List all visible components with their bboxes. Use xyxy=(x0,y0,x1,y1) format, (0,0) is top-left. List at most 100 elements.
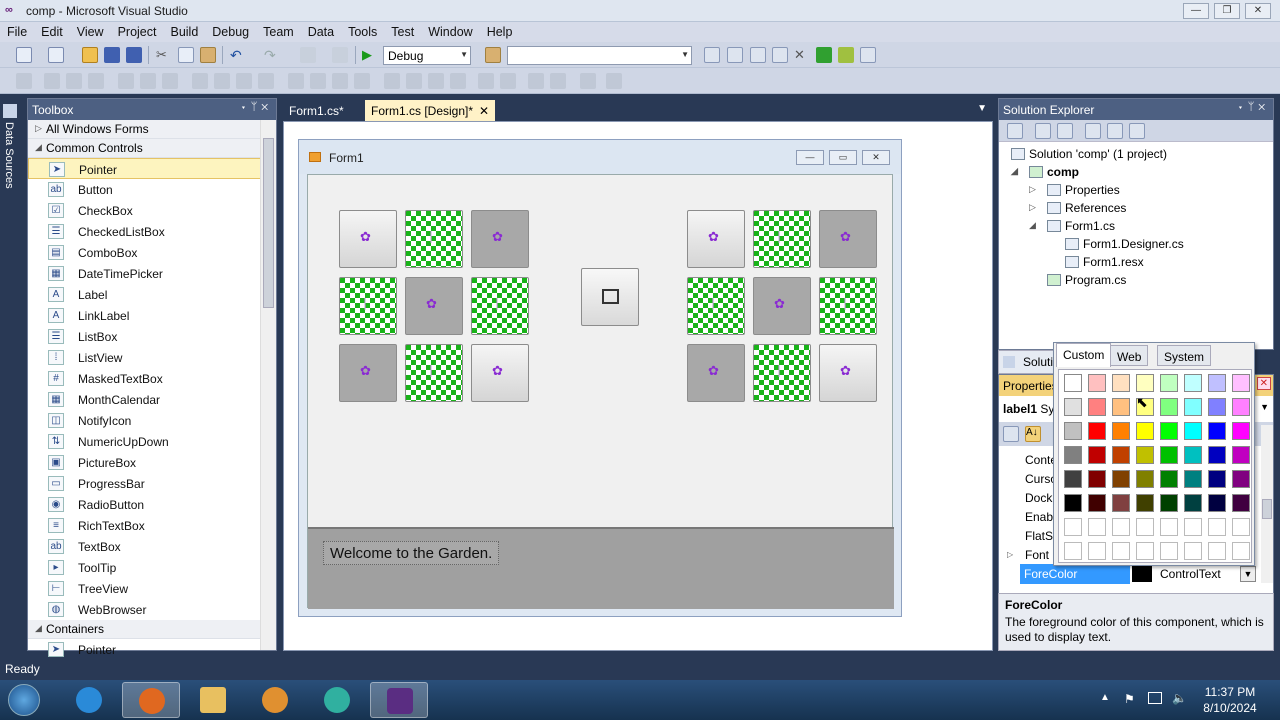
remove-vertical-spacing-icon[interactable] xyxy=(450,73,466,89)
color-swatch[interactable] xyxy=(1064,398,1082,416)
taskbar-firefox[interactable] xyxy=(122,682,180,718)
remove-horizontal-spacing-icon[interactable] xyxy=(354,73,370,89)
color-swatch[interactable] xyxy=(1232,542,1250,560)
color-swatch[interactable] xyxy=(1232,494,1250,512)
center-vertically-icon[interactable] xyxy=(500,73,516,89)
references-node[interactable]: ▷ References xyxy=(1029,201,1126,215)
increase-vertical-spacing-icon[interactable] xyxy=(406,73,422,89)
color-swatch[interactable] xyxy=(1160,398,1178,416)
color-swatch[interactable] xyxy=(1232,374,1250,392)
color-swatch[interactable] xyxy=(1064,542,1082,560)
color-swatch[interactable] xyxy=(1136,494,1154,512)
color-dropdown-button[interactable]: ▼ xyxy=(1240,566,1256,582)
clock[interactable]: 11:37 PM 8/10/2024 xyxy=(1200,684,1260,716)
horizontal-spacing-icon[interactable] xyxy=(288,73,304,89)
color-swatch[interactable] xyxy=(1232,422,1250,440)
category-all-windows-forms[interactable]: ▷ All Windows Forms xyxy=(28,120,276,139)
navigate-forward-icon[interactable] xyxy=(332,47,348,63)
tool-item[interactable]: ▸ ToolTip xyxy=(28,557,276,578)
send-to-back-icon[interactable] xyxy=(550,73,566,89)
pin-icon[interactable]: ᛘ xyxy=(251,101,262,113)
decrease-horizontal-spacing-icon[interactable] xyxy=(332,73,348,89)
navigate-backward-icon[interactable] xyxy=(300,47,316,63)
color-swatch[interactable] xyxy=(1136,518,1154,536)
color-swatch[interactable] xyxy=(1208,446,1226,464)
tab-form1-design[interactable]: Form1.cs [Design]* ✕ xyxy=(365,100,495,121)
color-swatch[interactable] xyxy=(1208,470,1226,488)
tool-item[interactable]: A Label xyxy=(28,284,276,305)
class-diagram-icon[interactable] xyxy=(1129,123,1145,139)
form-close-button[interactable]: ✕ xyxy=(862,150,890,165)
category-containers[interactable]: ◢ Containers xyxy=(28,620,276,639)
make-same-size-icon[interactable] xyxy=(236,73,252,89)
tool-item[interactable]: ▭ ProgressBar xyxy=(28,473,276,494)
garden-tile-button[interactable]: ✿ xyxy=(405,277,463,335)
color-swatch[interactable] xyxy=(1136,542,1154,560)
minimize-button[interactable]: — xyxy=(1183,3,1209,19)
garden-tile-button[interactable]: ✿ xyxy=(339,344,397,402)
make-same-height-icon[interactable] xyxy=(214,73,230,89)
color-swatch[interactable] xyxy=(1160,374,1178,392)
solution-configuration-combo[interactable]: Debug ▼ xyxy=(383,46,471,65)
form-maximize-button[interactable]: ▭ xyxy=(829,150,857,165)
color-swatch[interactable] xyxy=(1136,374,1154,392)
garden-tile-button[interactable]: ✿ xyxy=(819,344,877,402)
garden-tile-button[interactable]: ❘ xyxy=(687,277,745,335)
close-window-button[interactable]: ✕ xyxy=(1245,3,1271,19)
object-browser-icon[interactable] xyxy=(750,47,766,63)
color-swatch[interactable] xyxy=(1208,494,1226,512)
tool-item[interactable]: ➤ Pointer xyxy=(28,158,276,179)
garden-tile-button[interactable]: ✿ xyxy=(339,210,397,268)
center-horizontally-icon[interactable] xyxy=(478,73,494,89)
color-swatch[interactable] xyxy=(1160,494,1178,512)
color-swatch[interactable] xyxy=(1232,470,1250,488)
garden-tile-button[interactable]: ❘ xyxy=(819,277,877,335)
align-middles-icon[interactable] xyxy=(140,73,156,89)
color-swatch[interactable] xyxy=(1160,446,1178,464)
tool-item[interactable]: ▦ MonthCalendar xyxy=(28,389,276,410)
close-icon[interactable]: ✕ xyxy=(1256,377,1271,390)
menu-file[interactable]: File xyxy=(0,22,34,39)
tool-item[interactable]: ☑ CheckBox xyxy=(28,200,276,221)
refresh-icon[interactable] xyxy=(1057,123,1073,139)
solution-node[interactable]: Solution 'comp' (1 project) xyxy=(1011,147,1167,161)
garden-tile-button[interactable]: ❘ xyxy=(405,344,463,402)
garden-tile-button[interactable]: ✿ xyxy=(471,344,529,402)
color-swatch[interactable] xyxy=(1088,494,1106,512)
color-swatch[interactable] xyxy=(1064,518,1082,536)
make-same-width-icon[interactable] xyxy=(192,73,208,89)
project-node[interactable]: ◢ comp xyxy=(1011,165,1079,179)
color-swatch[interactable] xyxy=(1088,470,1106,488)
taskbar-internet-explorer[interactable] xyxy=(60,682,118,718)
tab-solution-explorer[interactable]: Soluti xyxy=(998,350,1058,374)
form1-window[interactable]: Form1 — ▭ ✕ Welcome to the Garden. ✿ ❘ ✿ ❘ ✿… xyxy=(298,139,902,617)
color-swatch[interactable] xyxy=(1184,518,1202,536)
restore-button[interactable]: ❐ xyxy=(1214,3,1240,19)
dropdown-icon[interactable]: ▾ xyxy=(240,101,251,113)
garden-tile-button[interactable]: ✿ xyxy=(687,210,745,268)
color-swatch[interactable] xyxy=(1208,398,1226,416)
tool-item[interactable]: ▤ ComboBox xyxy=(28,242,276,263)
tool-item[interactable]: ≡ RichTextBox xyxy=(28,515,276,536)
color-swatch[interactable] xyxy=(1184,494,1202,512)
tool-item[interactable]: A LinkLabel xyxy=(28,305,276,326)
tool-item[interactable]: ◉ RadioButton xyxy=(28,494,276,515)
tool-item[interactable]: ◫ NotifyIcon xyxy=(28,410,276,431)
menu-test[interactable]: Test xyxy=(384,22,421,39)
menu-debug[interactable]: Debug xyxy=(205,22,256,39)
color-swatch[interactable] xyxy=(1112,422,1130,440)
welcome-label[interactable]: Welcome to the Garden. xyxy=(323,541,500,565)
tool-item[interactable]: ⊢ TreeView xyxy=(28,578,276,599)
color-swatch[interactable] xyxy=(1136,446,1154,464)
taskbar-media-player[interactable] xyxy=(246,682,304,718)
properties-window-icon[interactable] xyxy=(727,47,743,63)
color-swatch[interactable] xyxy=(1160,422,1178,440)
bring-to-front-icon[interactable] xyxy=(528,73,544,89)
close-icon[interactable]: ✕ xyxy=(261,101,272,113)
color-swatch[interactable] xyxy=(1232,398,1250,416)
properties-node[interactable]: ▷ Properties xyxy=(1029,183,1120,197)
expand-arrow-icon[interactable]: ▷ xyxy=(1029,184,1036,195)
garden-tile-button[interactable]: ✿ xyxy=(753,277,811,335)
start-page-icon[interactable] xyxy=(816,47,832,63)
data-sources-tab[interactable]: Data Sources xyxy=(3,122,15,189)
